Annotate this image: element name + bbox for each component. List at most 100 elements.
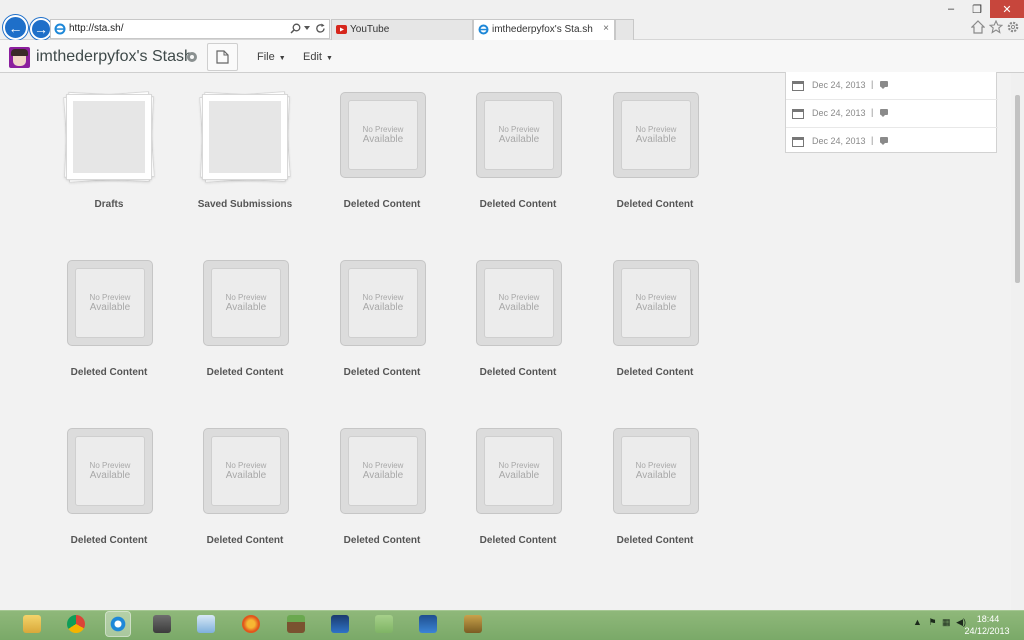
stash-item[interactable]: No Preview Available Deleted Content (590, 254, 720, 404)
item-label[interactable]: Deleted Content (44, 367, 174, 378)
taskbar-app-gear[interactable] (461, 612, 485, 636)
item-label[interactable]: Deleted Content (590, 535, 720, 546)
clock-date[interactable]: 24/12/2013 (962, 626, 1012, 636)
item-label[interactable]: Drafts (44, 199, 174, 210)
item-thumbnail[interactable]: No Preview Available (476, 92, 562, 178)
item-label[interactable]: Deleted Content (317, 199, 447, 210)
stash-item[interactable]: No Preview Available Deleted Content (453, 86, 583, 236)
stash-item[interactable]: No Preview Available Deleted Content (317, 422, 447, 572)
back-button[interactable]: ← (3, 15, 28, 40)
item-label[interactable]: Deleted Content (180, 535, 310, 546)
system-tray[interactable]: ▲ ⚑ ▦ ◀) (913, 617, 966, 628)
minimize-button[interactable]: – (938, 0, 964, 18)
item-label[interactable]: Deleted Content (44, 535, 174, 546)
stash-item[interactable]: No Preview Available Deleted Content (44, 254, 174, 404)
item-thumbnail[interactable]: No Preview Available (203, 260, 289, 346)
address-url-text[interactable]: http://sta.sh/ (69, 23, 123, 34)
settings-icon[interactable] (187, 52, 197, 62)
item-thumbnail[interactable]: No Preview Available (340, 260, 426, 346)
refresh-icon[interactable] (315, 23, 326, 34)
stash-item[interactable]: No Preview Available Deleted Content (453, 422, 583, 572)
fb-app-icon (375, 615, 393, 633)
star-icon[interactable] (989, 20, 1003, 34)
stash-item[interactable]: No Preview Available Deleted Content (180, 422, 310, 572)
flag-icon[interactable]: ⚑ (928, 617, 936, 627)
chevron-up-icon[interactable]: ▲ (913, 617, 922, 627)
item-thumbnail[interactable]: No Preview Available (476, 428, 562, 514)
comment-icon[interactable] (880, 81, 888, 89)
item-thumbnail[interactable]: No Preview Available (203, 428, 289, 514)
clock-time[interactable]: 18:44 (968, 614, 1008, 624)
close-window-button[interactable]: ✕ (990, 0, 1024, 18)
taskbar-app-blue-2[interactable] (416, 612, 440, 636)
item-label[interactable]: Deleted Content (453, 199, 583, 210)
item-label[interactable]: Deleted Content (317, 535, 447, 546)
item-thumbnail[interactable]: No Preview Available (67, 428, 153, 514)
stash-username: imthederpyfox's (36, 48, 148, 65)
taskbar-internet-explorer[interactable] (105, 611, 131, 637)
forward-button[interactable]: → (30, 18, 52, 40)
item-thumbnail[interactable]: No Preview Available (340, 92, 426, 178)
item-label[interactable]: Deleted Content (590, 367, 720, 378)
paint-icon (197, 615, 215, 633)
item-label[interactable]: Deleted Content (453, 367, 583, 378)
activity-row[interactable]: Dec 24, 2013 | (786, 128, 998, 156)
item-label[interactable]: Deleted Content (317, 367, 447, 378)
stash-item[interactable]: No Preview Available Deleted Content (317, 86, 447, 236)
avatar[interactable] (9, 47, 30, 68)
stash-item[interactable]: No Preview Available Deleted Content (44, 422, 174, 572)
new-item-button[interactable] (207, 43, 238, 71)
activity-row[interactable]: Dec 24, 2013 | (786, 72, 998, 100)
item-label[interactable]: Deleted Content (590, 199, 720, 210)
network-icon[interactable]: ▦ (942, 617, 951, 627)
tab-stash[interactable]: imthederpyfox's Sta.sh × (473, 19, 615, 40)
no-preview-box: No Preview Available (348, 436, 418, 506)
folder-item[interactable]: Saved Submissions (180, 86, 310, 236)
taskbar-chrome[interactable] (64, 612, 88, 636)
home-icon[interactable] (971, 20, 985, 34)
activity-row[interactable]: Dec 24, 2013 | (786, 100, 998, 128)
no-preview-text: No Preview (498, 292, 540, 302)
taskbar-minecraft[interactable] (284, 612, 308, 636)
item-thumbnail[interactable]: No Preview Available (340, 428, 426, 514)
comment-icon[interactable] (880, 109, 888, 117)
new-tab-button[interactable] (615, 19, 634, 40)
taskbar-paint[interactable] (194, 612, 218, 636)
stash-item[interactable]: No Preview Available Deleted Content (453, 254, 583, 404)
stash-title[interactable]: imthederpyfox's Stash (36, 48, 193, 66)
stash-item[interactable]: No Preview Available Deleted Content (590, 86, 720, 236)
item-thumbnail[interactable]: No Preview Available (67, 260, 153, 346)
item-thumbnail[interactable]: No Preview Available (476, 260, 562, 346)
item-label[interactable]: Saved Submissions (180, 199, 310, 210)
item-label[interactable]: Deleted Content (453, 535, 583, 546)
taskbar-fb-app[interactable] (372, 612, 396, 636)
folder-thumbnail[interactable] (198, 91, 291, 183)
tab-youtube[interactable]: YouTube (331, 19, 473, 40)
scrollbar-thumb[interactable] (1015, 95, 1020, 283)
item-thumbnail[interactable]: No Preview Available (613, 260, 699, 346)
edit-menu[interactable]: Edit ▼ (303, 51, 333, 63)
file-menu[interactable]: File ▼ (257, 51, 286, 63)
taskbar-firefox[interactable] (239, 612, 263, 636)
maximize-button[interactable]: ❐ (964, 0, 990, 18)
gear-icon[interactable] (1006, 20, 1020, 34)
stash-item[interactable]: No Preview Available Deleted Content (590, 422, 720, 572)
search-icon[interactable] (290, 23, 301, 34)
taskbar-app-blue[interactable] (328, 612, 352, 636)
item-thumbnail[interactable]: No Preview Available (613, 92, 699, 178)
page-scrollbar[interactable] (1011, 73, 1024, 610)
item-thumbnail[interactable]: No Preview Available (613, 428, 699, 514)
folder-thumbnail[interactable] (62, 91, 155, 183)
placeholder-image (209, 101, 281, 173)
close-tab-button[interactable]: × (603, 23, 609, 34)
no-preview-text: No Preview (635, 292, 677, 302)
folder-item[interactable]: Drafts (44, 86, 174, 236)
dropdown-arrow-icon[interactable] (304, 26, 310, 31)
taskbar-gimp[interactable] (150, 612, 174, 636)
item-label[interactable]: Deleted Content (180, 367, 310, 378)
stash-item[interactable]: No Preview Available Deleted Content (180, 254, 310, 404)
comment-icon[interactable] (880, 137, 888, 145)
taskbar-file-explorer[interactable] (20, 612, 44, 636)
address-bar[interactable]: http://sta.sh/ (50, 19, 330, 39)
stash-item[interactable]: No Preview Available Deleted Content (317, 254, 447, 404)
